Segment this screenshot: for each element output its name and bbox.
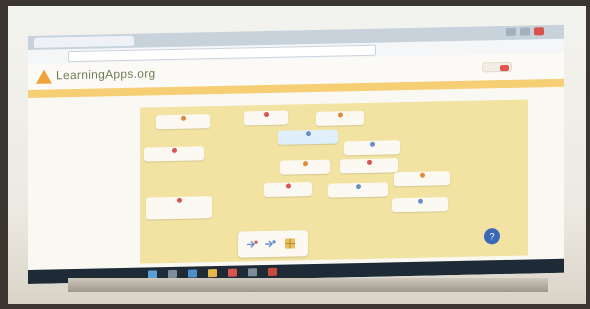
store-icon[interactable] [248, 268, 257, 277]
card-pin-icon [419, 172, 425, 178]
whiteboard-surface: LearningApps.org ? [8, 6, 586, 304]
draggable-card[interactable] [146, 196, 212, 220]
draggable-card[interactable] [144, 146, 204, 162]
draggable-card[interactable] [340, 158, 398, 174]
draggable-card[interactable] [394, 171, 450, 187]
browser-icon[interactable] [188, 269, 197, 278]
web-page: LearningApps.org ? [28, 52, 564, 270]
projected-screen: LearningApps.org ? [28, 24, 564, 284]
card-pin-icon [369, 141, 375, 147]
help-icon: ? [489, 231, 495, 242]
arrow-figure-icon [247, 240, 258, 248]
card-pin-icon [366, 159, 372, 165]
site-title[interactable]: LearningApps.org [56, 66, 156, 82]
close-button[interactable] [534, 27, 544, 36]
header-login-button[interactable] [482, 61, 512, 73]
draggable-card[interactable] [244, 110, 288, 126]
triangle-logo-icon [36, 69, 52, 84]
header-badge [500, 64, 509, 72]
draggable-card[interactable] [316, 110, 364, 126]
app-canvas[interactable] [140, 99, 528, 264]
search-icon[interactable] [168, 269, 177, 279]
card-pin-icon [337, 112, 343, 118]
card-pin-icon [180, 115, 186, 121]
card-pin-icon [305, 131, 311, 137]
draggable-card[interactable] [280, 159, 330, 175]
draggable-card[interactable] [392, 197, 448, 213]
window-controls [498, 27, 558, 38]
card-pin-icon [171, 147, 177, 153]
office-icon[interactable] [268, 267, 277, 276]
card-pin-icon [176, 197, 182, 203]
whiteboard-marker-tray [68, 278, 548, 292]
draggable-card[interactable] [344, 140, 400, 156]
card-pin-icon [417, 198, 423, 204]
media-icon[interactable] [228, 268, 237, 277]
browser-tab[interactable] [34, 35, 134, 48]
draggable-card-selected[interactable] [278, 129, 338, 145]
arrow-figure-icon [265, 240, 276, 248]
draggable-card[interactable] [156, 114, 210, 130]
card-pin-icon [355, 184, 361, 190]
game-preview-panel[interactable] [238, 230, 308, 258]
draggable-card[interactable] [264, 182, 312, 198]
draggable-card[interactable] [328, 182, 388, 198]
card-pin-icon [285, 183, 291, 189]
maximize-button[interactable] [520, 27, 530, 36]
grid-icon [285, 238, 295, 249]
card-pin-icon [302, 161, 308, 167]
folder-icon[interactable] [208, 269, 217, 278]
minimize-button[interactable] [506, 27, 516, 36]
card-pin-icon [263, 111, 269, 118]
